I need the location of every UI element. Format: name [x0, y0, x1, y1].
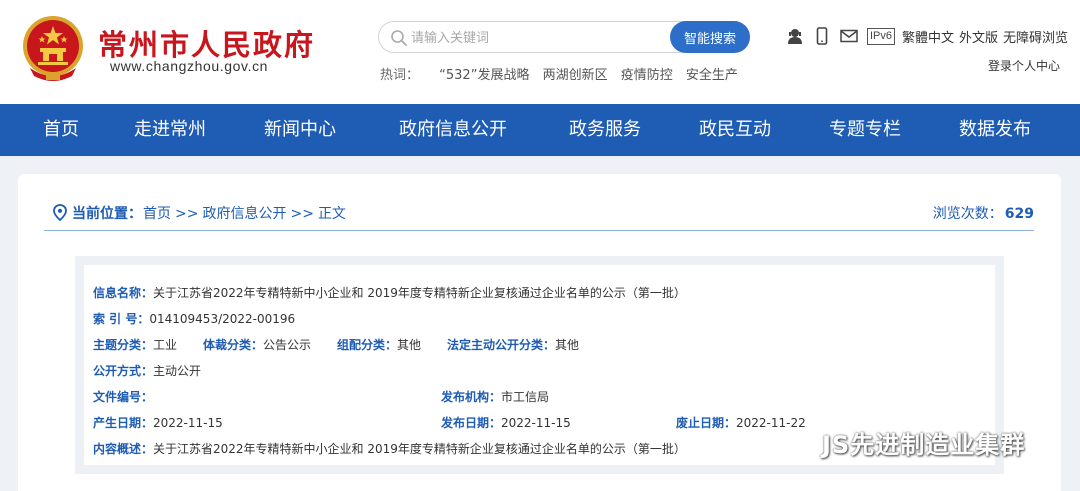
watermark-text: JS先进制造业集群	[822, 430, 1026, 459]
info-name-label: 信息名称：	[93, 286, 154, 300]
view-count-value: 629	[1004, 206, 1034, 222]
hot-word-link[interactable]: 安全生产	[686, 68, 738, 83]
hot-word-link[interactable]: “532”发展战略	[439, 68, 529, 83]
nav-item-interaction[interactable]: 政民互动	[699, 104, 771, 156]
legal-class-value: 其他	[555, 338, 580, 352]
disclosure-value: 主动公开	[153, 364, 202, 378]
expiry-date-label: 废止日期：	[676, 416, 737, 430]
nav-item-data[interactable]: 数据发布	[959, 104, 1031, 156]
nav-item-topics[interactable]: 专题专栏	[829, 104, 901, 156]
info-name-row: 信息名称：关于江苏省2022年专精特新中小企业和 2019年度专精特新企业复核通…	[93, 284, 686, 302]
published-date-field: 发布日期：2022-11-15	[441, 414, 571, 432]
wechat-watermark: JS先进制造业集群	[782, 424, 1025, 460]
hot-words-label: 热词：	[380, 68, 420, 83]
genre-value: 公告公示	[263, 338, 312, 352]
nav-item-gov-info[interactable]: 政府信息公开	[399, 104, 507, 156]
traditional-chinese-link[interactable]: 繁體中文	[902, 27, 954, 46]
summary-row: 内容概述：关于江苏省2022年专精特新中小企业和 2019年度专精特新企业复核通…	[93, 440, 686, 458]
location-pin-icon	[53, 204, 67, 221]
topic-field: 主题分类：工业	[93, 336, 177, 354]
header-tools: IPv6 繁體中文 外文版 无障碍浏览	[786, 26, 1073, 46]
disclosure-row: 公开方式：主动公开	[93, 362, 201, 380]
topic-label: 主题分类：	[93, 338, 154, 352]
publisher-field: 发布机构：市工信局	[441, 388, 549, 406]
view-count-label: 浏览次数：	[932, 206, 1003, 222]
mobile-icon[interactable]	[813, 27, 831, 45]
legal-class-label: 法定主动公开分类：	[447, 338, 556, 352]
divider	[44, 230, 1034, 231]
breadcrumb-trail: 首页 >> 政府信息公开 >> 正文	[143, 203, 346, 223]
genre-field: 体裁分类：公告公示	[203, 336, 311, 354]
smart-search-button[interactable]: 智能搜索	[670, 21, 750, 53]
publisher-value: 市工信局	[501, 390, 550, 404]
user-service-icon[interactable]	[786, 27, 804, 45]
hot-words: 热词： “532”发展战略 两湖创新区 疫情防控 安全生产	[380, 64, 747, 83]
breadcrumb: 当前位置： 首页 >> 政府信息公开 >> 正文 浏览次数： 629	[44, 202, 1034, 224]
nav-item-news[interactable]: 新闻中心	[264, 104, 336, 156]
accessibility-link[interactable]: 无障碍浏览	[1003, 27, 1068, 46]
org-class-field: 组配分类：其他	[337, 336, 421, 354]
search-icon	[391, 30, 407, 46]
breadcrumb-separator: >>	[290, 206, 314, 222]
info-name-value: 关于江苏省2022年专精特新中小企业和 2019年度专精特新企业复核通过企业名单…	[153, 286, 686, 300]
nav-item-home[interactable]: 首页	[43, 104, 79, 156]
created-date-value: 2022-11-15	[153, 416, 223, 430]
site-url[interactable]: www.changzhou.gov.cn	[110, 58, 268, 74]
breadcrumb-home[interactable]: 首页	[143, 206, 171, 222]
org-class-label: 组配分类：	[337, 338, 398, 352]
login-link[interactable]: 登录个人中心	[988, 57, 1060, 74]
breadcrumb-gov-info[interactable]: 政府信息公开	[202, 206, 286, 222]
national-emblem-icon[interactable]	[20, 14, 86, 82]
topic-value: 工业	[153, 338, 178, 352]
search-input[interactable]	[411, 27, 661, 49]
hot-word-link[interactable]: 两湖创新区	[543, 68, 608, 83]
index-number-value: 014109453/2022-00196	[149, 312, 296, 326]
location-label: 当前位置：	[72, 206, 142, 222]
site-header: 常州市人民政府 www.changzhou.gov.cn 智能搜索 热词： “5…	[0, 0, 1080, 104]
published-date-label: 发布日期：	[441, 416, 502, 430]
doc-number-field: 文件编号：	[93, 388, 153, 406]
view-count: 浏览次数： 629	[933, 203, 1034, 223]
published-date-value: 2022-11-15	[501, 416, 571, 430]
genre-label: 体裁分类：	[203, 338, 264, 352]
wechat-icon	[783, 429, 814, 455]
doc-number-label: 文件编号：	[93, 390, 154, 404]
breadcrumb-separator: >>	[175, 206, 199, 222]
legal-class-field: 法定主动公开分类：其他	[447, 336, 579, 354]
summary-value: 关于江苏省2022年专精特新中小企业和 2019年度专精特新企业复核通过企业名单…	[153, 442, 686, 456]
index-number-row: 索 引 号：014109453/2022-00196	[93, 310, 295, 328]
summary-label: 内容概述：	[93, 442, 154, 456]
publisher-label: 发布机构：	[441, 390, 502, 404]
breadcrumb-current[interactable]: 正文	[318, 206, 346, 222]
main-nav: 首页 走进常州 新闻中心 政府信息公开 政务服务 政民互动 专题专栏 数据发布	[0, 104, 1080, 156]
nav-item-services[interactable]: 政务服务	[569, 104, 641, 156]
search-bar: 智能搜索	[378, 21, 750, 53]
hot-word-link[interactable]: 疫情防控	[621, 68, 673, 83]
mail-icon[interactable]	[840, 27, 858, 45]
created-date-field: 产生日期：2022-11-15	[93, 414, 223, 432]
created-date-label: 产生日期：	[93, 416, 154, 430]
nav-item-about[interactable]: 走进常州	[134, 104, 206, 156]
ipv6-badge[interactable]: IPv6	[867, 27, 896, 45]
org-class-value: 其他	[397, 338, 422, 352]
foreign-language-link[interactable]: 外文版	[959, 27, 998, 46]
index-number-label: 索 引 号：	[93, 312, 150, 326]
disclosure-label: 公开方式：	[93, 364, 154, 378]
